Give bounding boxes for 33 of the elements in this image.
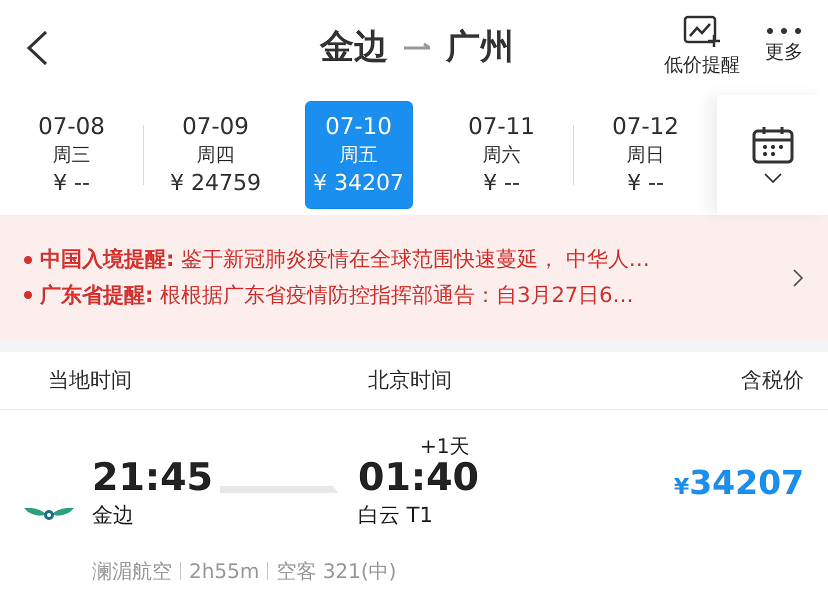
destination-city: 广州 <box>446 26 514 69</box>
chart-plus-icon <box>683 15 721 48</box>
date-tab[interactable]: 07-08 周三 ¥ -- <box>18 101 126 209</box>
more-icon <box>764 28 804 34</box>
bullet-icon <box>24 256 32 264</box>
notice-banner[interactable]: 中国入境提醒: 鉴于新冠肺炎疫情在全球范围快速蔓延， 中华人… 广东省提醒: 根根据广东省疫情防控指挥部通告：自3月27日6… <box>0 215 828 340</box>
aircraft-type: 空客 321(中) <box>276 558 396 584</box>
column-header: 含税价 <box>741 368 804 392</box>
airline-name: 澜湄航空 <box>92 558 172 584</box>
departure-airport: 金边 <box>92 502 135 529</box>
column-header: 当地时间 <box>48 368 132 392</box>
day-offset: +1天 <box>419 434 470 458</box>
back-button[interactable] <box>24 28 50 66</box>
flight-duration: 2h55m <box>189 558 260 584</box>
chevron-down-icon <box>764 172 782 184</box>
chevron-right-icon <box>792 268 804 288</box>
column-header: 北京时间 <box>368 368 452 392</box>
notice-text: 广东省提醒: 根根据广东省疫情防控指挥部通告：自3月27日6… <box>40 282 634 308</box>
calendar-icon <box>752 126 794 164</box>
arrival-airport: 白云 T1 <box>358 502 434 529</box>
date-tab[interactable]: 07-11 周六 ¥ -- <box>448 101 556 209</box>
notice-text: 中国入境提醒: 鉴于新冠肺炎疫情在全球范围快速蔓延， 中华人… <box>40 246 650 273</box>
date-tab[interactable]: 07-12 周日 ¥ -- <box>592 101 700 209</box>
price: ¥34207 <box>674 463 804 502</box>
route-arrow-icon <box>404 42 430 52</box>
departure-time: 21:45 <box>92 458 214 496</box>
bullet-icon <box>24 291 32 300</box>
origin-city: 金边 <box>320 26 388 69</box>
more-button[interactable]: 更多 <box>764 15 804 80</box>
date-tab[interactable]: 07-09 周四 ¥ 24759 <box>162 101 270 209</box>
price-alert-button[interactable]: 低价提醒 <box>664 15 740 80</box>
flight-card[interactable]: 21:45 金边 +1天 01:40 白云 T1 ¥34207 澜湄航空 2h55m 空客 321(中) <box>0 410 828 586</box>
arrival-time: 01:40 <box>358 458 479 496</box>
